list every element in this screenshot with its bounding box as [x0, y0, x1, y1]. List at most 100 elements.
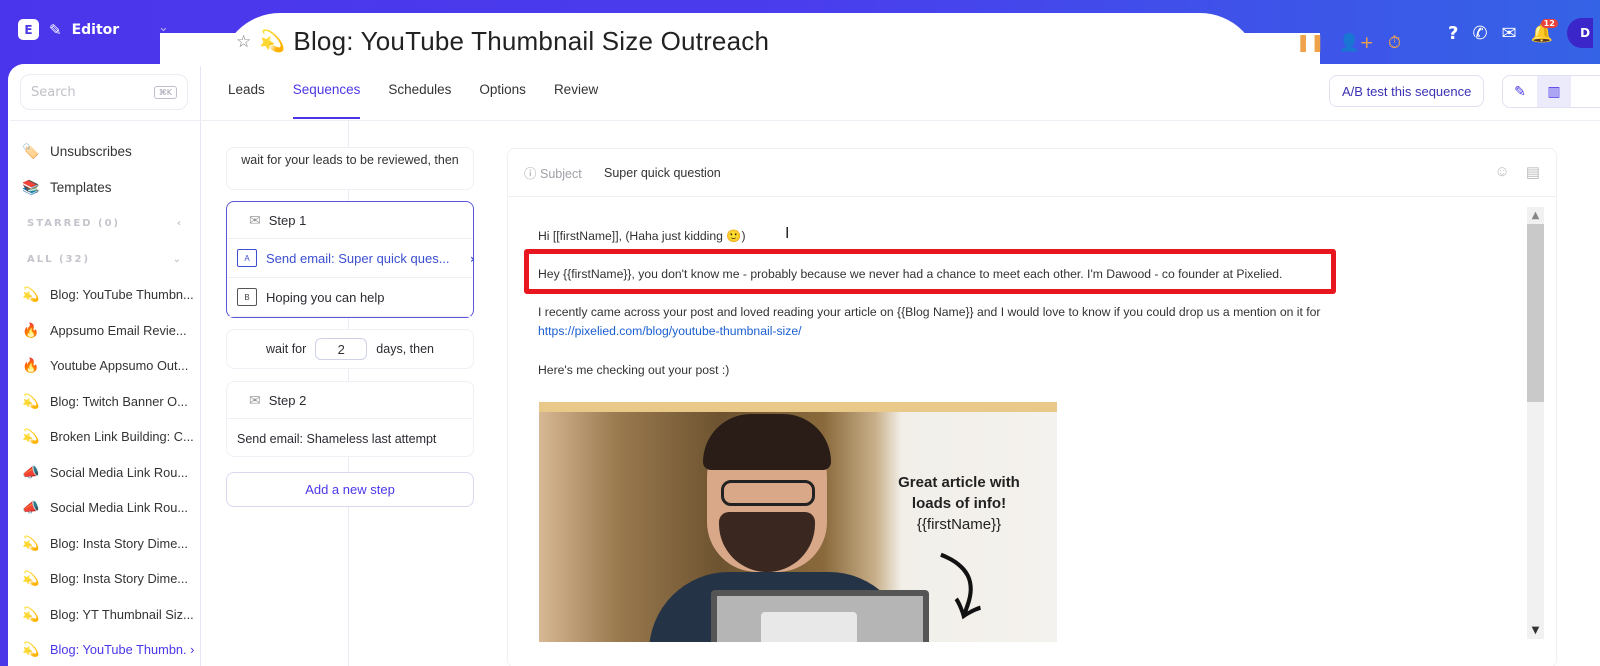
app-logo: E — [18, 19, 39, 40]
campaign-emoji-icon: 📣 — [22, 463, 40, 480]
image-laptop — [711, 590, 929, 642]
sidebar-campaign-item[interactable]: 💫 Blog: Twitch Banner O... — [10, 384, 201, 420]
star-icon[interactable]: ☆ — [236, 32, 251, 52]
tab-leads[interactable]: Leads — [228, 82, 279, 120]
greeting-line: Hi [[firstName]], (Haha just kidding 🙂) — [538, 229, 746, 243]
body-paragraph: I recently came across your post and lov… — [538, 303, 1338, 341]
mail-icon[interactable]: ✉ — [1502, 23, 1517, 44]
sidebar-item-label: Blog: Insta Story Dime... — [50, 571, 188, 587]
sidebar-campaign-item[interactable]: 💫 Blog: YouTube Thumbn. › — [10, 632, 201, 666]
paragraph-text: I recently came across your post and lov… — [538, 305, 1321, 319]
sidebar-campaign-item[interactable]: 💫 Blog: Insta Story Dime... — [10, 561, 201, 597]
scrollbar-thumb[interactable] — [1527, 224, 1544, 402]
variant-label: Send email: Super quick ques... — [266, 250, 450, 266]
campaign-title-row: ☆ 💫 Blog: YouTube Thumbnail Size Outreac… — [236, 26, 769, 57]
sidebar-campaign-item[interactable]: 💫 Broken Link Building: C... — [10, 419, 201, 455]
add-step-button[interactable]: Add a new step — [226, 472, 474, 507]
campaign-emoji-icon: 💫 — [22, 534, 40, 551]
variant-a-icon: A — [237, 249, 257, 267]
sidebar-campaign-item[interactable]: 🔥 Appsumo Email Revie... — [10, 313, 201, 349]
envelope-icon: ✉ — [249, 391, 261, 408]
scroll-down-icon[interactable]: ▼ — [1527, 622, 1544, 639]
embedded-image[interactable]: Great article with loads of info! {{firs… — [539, 402, 1057, 642]
tab-schedules[interactable]: Schedules — [388, 82, 465, 120]
variant-b[interactable]: B Hoping you can help — [227, 278, 473, 317]
help-icon[interactable]: ? — [1448, 23, 1458, 44]
envelope-icon: ✉ — [249, 211, 261, 228]
campaign-title[interactable]: Blog: YouTube Thumbnail Size Outreach — [293, 26, 769, 57]
pause-icon[interactable]: ❚❚ — [1296, 33, 1325, 53]
email-body[interactable]: Hi [[firstName]], (Haha just kidding 🙂) … — [508, 199, 1525, 666]
campaign-emoji-icon: 💫 — [259, 29, 286, 53]
tab-review[interactable]: Review — [554, 82, 612, 120]
divider — [10, 120, 201, 121]
sidebar-item-label: Blog: Insta Story Dime... — [50, 535, 188, 551]
header-actions: ? ✆ ✉ 🔔 12 D — [1448, 18, 1594, 48]
search-box[interactable]: ⌘K — [20, 74, 188, 110]
sidebar-campaign-item[interactable]: 📣 Social Media Link Rou... — [10, 490, 201, 526]
subject-input[interactable] — [604, 165, 1104, 180]
campaign-emoji-icon: 💫 — [22, 392, 40, 409]
emoji-picker-icon[interactable]: ☺ — [1494, 163, 1509, 181]
sidebar-campaign-item[interactable]: 💫 Blog: Insta Story Dime... — [10, 526, 201, 562]
sidebar-item-label: Blog: Twitch Banner O... — [50, 393, 188, 409]
shortcut-hint: ⌘K — [153, 85, 177, 99]
variant-b-icon: B — [237, 288, 257, 306]
stats-view-button[interactable]: ▥ — [1537, 76, 1571, 107]
variables-icon[interactable]: ▤ — [1526, 163, 1540, 181]
view-toggle: ✎ ▥ — [1502, 75, 1600, 108]
sidebar-item-templates[interactable]: 📚 Templates — [10, 170, 201, 206]
avatar[interactable]: D — [1567, 18, 1594, 48]
ab-test-button[interactable]: A/B test this sequence — [1329, 75, 1485, 107]
wait-suffix: days, then — [376, 342, 434, 356]
step-1-card[interactable]: ✉ Step 1 A Send email: Super quick ques.… — [226, 201, 475, 318]
campaign-emoji-icon: 💫 — [22, 605, 40, 622]
campaign-actions: ❚❚ 👤+ ⏱ — [1296, 33, 1401, 53]
sidebar-campaign-item[interactable]: 📣 Social Media Link Rou... — [10, 455, 201, 491]
sidebar-item-label: Broken Link Building: C... — [50, 429, 194, 445]
phone-icon[interactable]: ✆ — [1472, 23, 1487, 44]
sidebar-campaign-item[interactable]: 🔥 Youtube Appsumo Out... — [10, 348, 201, 384]
text-cursor-icon: I — [785, 225, 790, 242]
books-icon: 📚 — [22, 178, 40, 195]
add-user-icon[interactable]: 👤+ — [1339, 33, 1374, 53]
step-2-card[interactable]: ✉ Step 2 Send email: Shameless last atte… — [226, 381, 474, 457]
all-section-header[interactable]: ALL (32) ⌄ — [10, 241, 201, 277]
pencil-icon: ✎ — [1514, 83, 1526, 100]
sidebar-item-label: Blog: YouTube Thumbn... — [50, 287, 194, 303]
variant-a[interactable]: A Send email: Super quick ques... — [227, 239, 473, 278]
wait-days-input[interactable] — [315, 338, 368, 360]
sidebar-item-label: Appsumo Email Revie... — [50, 322, 187, 338]
step-2-email[interactable]: Send email: Shameless last attempt — [227, 419, 473, 458]
scroll-up-icon[interactable]: ▲ — [1527, 207, 1544, 224]
article-link[interactable]: https://pixelied.com/blog/youtube-thumbn… — [538, 324, 802, 338]
tab-sequences[interactable]: Sequences — [292, 82, 375, 120]
notification-badge: 12 — [1540, 18, 1558, 28]
step-header: ✉ Step 1 — [227, 202, 473, 239]
tab-options[interactable]: Options — [479, 82, 540, 120]
starred-section-header[interactable]: STARRED (0) ‹ — [10, 205, 201, 241]
workspace-switcher[interactable]: E ✎ Editor — [18, 19, 119, 40]
campaign-emoji-icon: 📣 — [22, 499, 40, 516]
checking-line: Here's me checking out your post :) — [538, 363, 730, 377]
divider — [201, 120, 1600, 121]
edit-view-button[interactable]: ✎ — [1503, 76, 1537, 107]
notifications-icon[interactable]: 🔔 12 — [1531, 18, 1558, 44]
email-label: Send email: Shameless last attempt — [237, 431, 437, 446]
subject-label: ⓘ Subject — [524, 167, 582, 181]
chart-icon: ▥ — [1547, 83, 1561, 100]
sidebar-item-unsubscribes[interactable]: 🏷️ Unsubscribes — [10, 134, 201, 170]
sidebar-campaign-item[interactable]: 💫 Blog: YT Thumbnail Siz... — [10, 597, 201, 633]
editor-scrollbar[interactable]: ▲ ▼ — [1527, 207, 1544, 639]
chevron-down-icon: ⌄ — [172, 253, 183, 265]
campaign-emoji-icon: 🔥 — [22, 321, 40, 338]
campaign-emoji-icon: 🔥 — [22, 357, 40, 374]
search-input[interactable] — [31, 84, 131, 100]
sidebar-campaign-item[interactable]: 💫 Blog: YouTube Thumbn... — [10, 277, 201, 313]
variant-label: Hoping you can help — [266, 289, 385, 305]
sidebar-item-label: Youtube Appsumo Out... — [50, 358, 189, 374]
timer-icon[interactable]: ⏱ — [1388, 33, 1401, 53]
step-header: ✉ Step 2 — [227, 382, 473, 419]
campaign-emoji-icon: 💫 — [22, 570, 40, 587]
campaign-emoji-icon: 💫 — [22, 286, 40, 303]
